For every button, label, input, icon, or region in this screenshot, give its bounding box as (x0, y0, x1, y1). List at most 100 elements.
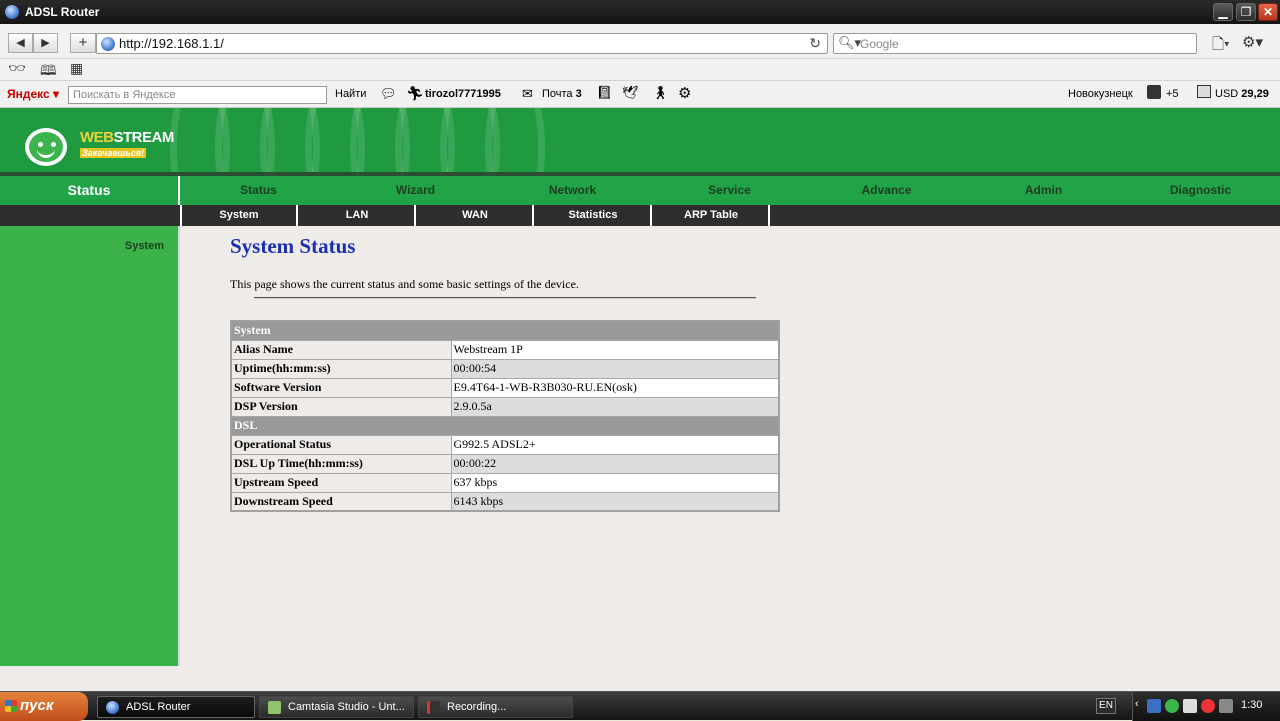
webstream-logo-text: WEBSTREAM (80, 129, 174, 146)
table-row: Downstream Speed 6143 kbps (230, 491, 780, 512)
new-tab-button[interactable]: + (70, 33, 96, 53)
gear-icon[interactable]: ⚙▾ (1242, 33, 1263, 51)
antivirus-icon[interactable] (1201, 699, 1215, 713)
system-tray: ‹ 1:30 (1132, 692, 1280, 721)
speed-dial-grid-icon[interactable]: ▦ (70, 60, 83, 77)
logo-prefix: WEB (80, 129, 114, 146)
subtab-statistics[interactable]: Statistics (536, 205, 652, 226)
subtab-wan[interactable]: WAN (418, 205, 534, 226)
table-row: Uptime(hh:mm:ss) 00:00:54 (230, 358, 780, 379)
row-value: 637 kbps (450, 472, 780, 493)
system-status-table: System Alias Name Webstream 1P Uptime(hh:… (230, 320, 780, 512)
task-label: Camtasia Studio - Unt... (288, 701, 405, 713)
task-label: Recording... (447, 701, 507, 713)
yandex-logo-text: Яндекс (7, 87, 50, 101)
row-label: Upstream Speed (230, 472, 452, 493)
walking-man-icon[interactable]: 🚶︎ (652, 85, 669, 101)
yandex-logo[interactable]: Яндекс ▾ (7, 87, 59, 101)
bookmarks-bar: 👓︎ 🕮 ▦ (0, 59, 1280, 81)
current-section-title: Status (0, 176, 180, 205)
tab-diagnostic[interactable]: Diagnostic (1122, 176, 1279, 205)
tab-service[interactable]: Service (651, 176, 808, 205)
language-indicator[interactable]: EN (1096, 698, 1116, 714)
taskbar-item-recording[interactable]: Recording... (418, 696, 573, 718)
settings-gear-icon[interactable]: ⚙ (678, 84, 691, 102)
page-description: This page shows the current status and s… (230, 277, 579, 291)
start-label: пуск (20, 697, 54, 714)
tab-status[interactable]: Status (180, 176, 337, 205)
row-label: Uptime(hh:mm:ss) (230, 358, 452, 379)
router-sidebar: System (0, 226, 180, 666)
subtab-system[interactable]: System (182, 205, 298, 226)
yandex-username[interactable]: tirozol7771995 (425, 88, 501, 100)
mail-label: Почта (542, 88, 573, 100)
currency-icon (1197, 85, 1211, 98)
table-row: Operational Status G992.5 ADSL2+ (230, 434, 780, 455)
row-label: Alias Name (230, 339, 452, 360)
tab-advance[interactable]: Advance (808, 176, 965, 205)
currency-value: 29,29 (1241, 88, 1269, 100)
back-button[interactable]: ◀ (8, 33, 33, 53)
volume-muted-icon[interactable] (1219, 699, 1233, 713)
yandex-find-button[interactable]: Найти (335, 88, 366, 100)
search-icon[interactable]: 🔍︎▾ (838, 35, 861, 51)
reading-glasses-icon[interactable]: 👓︎ (8, 60, 26, 77)
address-url[interactable]: http://192.168.1.1/ (119, 36, 224, 51)
row-value: E9.4T64-1-WB-R3B030-RU.EN(osk) (450, 377, 780, 398)
yandex-search-input[interactable]: Поискать в Яндексе (68, 86, 327, 104)
logo-main: STREAM (113, 129, 175, 146)
description-divider (254, 297, 756, 299)
section-header-system: System (230, 320, 780, 341)
minimize-button[interactable]: ▁ (1213, 3, 1233, 21)
notebook-icon[interactable]: 📓︎ (596, 85, 613, 101)
row-value: 00:00:22 (450, 453, 780, 474)
task-label: ADSL Router (126, 701, 191, 713)
chat-bubble-icon[interactable]: 💬︎ (380, 86, 397, 102)
reload-icon[interactable]: ↻ (809, 35, 821, 52)
site-globe-icon (101, 37, 115, 51)
row-label: Operational Status (230, 434, 452, 455)
steam-icon[interactable] (1183, 699, 1197, 713)
mail-count: 3 (575, 88, 582, 100)
tab-network[interactable]: Network (494, 176, 651, 205)
row-label: Downstream Speed (230, 491, 452, 512)
forward-button[interactable]: ▶ (33, 33, 58, 53)
network-icon[interactable] (1147, 699, 1161, 713)
subtab-lan[interactable]: LAN (300, 205, 416, 226)
search-placeholder: Google (860, 37, 899, 51)
router-banner: WEBSTREAM Закачаешься! (0, 108, 1280, 172)
subtab-arp-table[interactable]: ARP Table (654, 205, 770, 226)
table-row: DSP Version 2.9.0.5a (230, 396, 780, 417)
running-man-icon[interactable]: 🏃︎ (406, 85, 424, 102)
table-row: Upstream Speed 637 kbps (230, 472, 780, 493)
search-input[interactable]: 🔍︎▾ Google (833, 33, 1197, 54)
row-value: 6143 kbps (450, 491, 780, 512)
yandex-city[interactable]: Новокузнецк (1068, 88, 1133, 100)
mail-link[interactable]: Почта 3 (542, 88, 582, 100)
window-title: ADSL Router (25, 5, 100, 19)
tab-admin[interactable]: Admin (965, 176, 1122, 205)
yandex-currency[interactable]: USD 29,29 (1215, 88, 1269, 100)
yandex-weather[interactable]: +5 (1166, 88, 1179, 100)
mail-envelope-icon[interactable]: ✉ (522, 86, 533, 102)
maximize-button[interactable]: ❐ (1236, 3, 1256, 21)
navigation-bar: ◀ ▶ + http://192.168.1.1/ ↻ 🔍︎▾ Google 🗋… (0, 24, 1280, 59)
tab-wizard[interactable]: Wizard (337, 176, 494, 205)
taskbar: пуск ADSL Router Camtasia Studio - Unt..… (0, 691, 1280, 721)
taskbar-item-adsl-router[interactable]: ADSL Router (97, 696, 255, 718)
page-menu-icon[interactable]: 🗋▾ (1212, 34, 1230, 59)
main-navigation: Status Status Wizard Network Service Adv… (0, 176, 1280, 205)
weather-icon[interactable] (1147, 85, 1161, 99)
bird-icon[interactable]: 🕊︎ (622, 85, 639, 101)
sub-navigation: System LAN WAN Statistics ARP Table (0, 205, 1280, 226)
recording-icon (427, 701, 440, 714)
sidebar-item-system[interactable]: System (125, 240, 164, 252)
utorrent-icon[interactable] (1165, 699, 1179, 713)
taskbar-item-camtasia[interactable]: Camtasia Studio - Unt... (259, 696, 414, 718)
start-button[interactable]: пуск (0, 692, 88, 721)
currency-label: USD (1215, 88, 1239, 100)
tray-expand-icon[interactable]: ‹ (1135, 698, 1139, 710)
address-bar[interactable]: http://192.168.1.1/ ↻ (96, 33, 828, 54)
clock[interactable]: 1:30 (1241, 699, 1262, 711)
close-button[interactable]: ✕ (1258, 3, 1278, 21)
